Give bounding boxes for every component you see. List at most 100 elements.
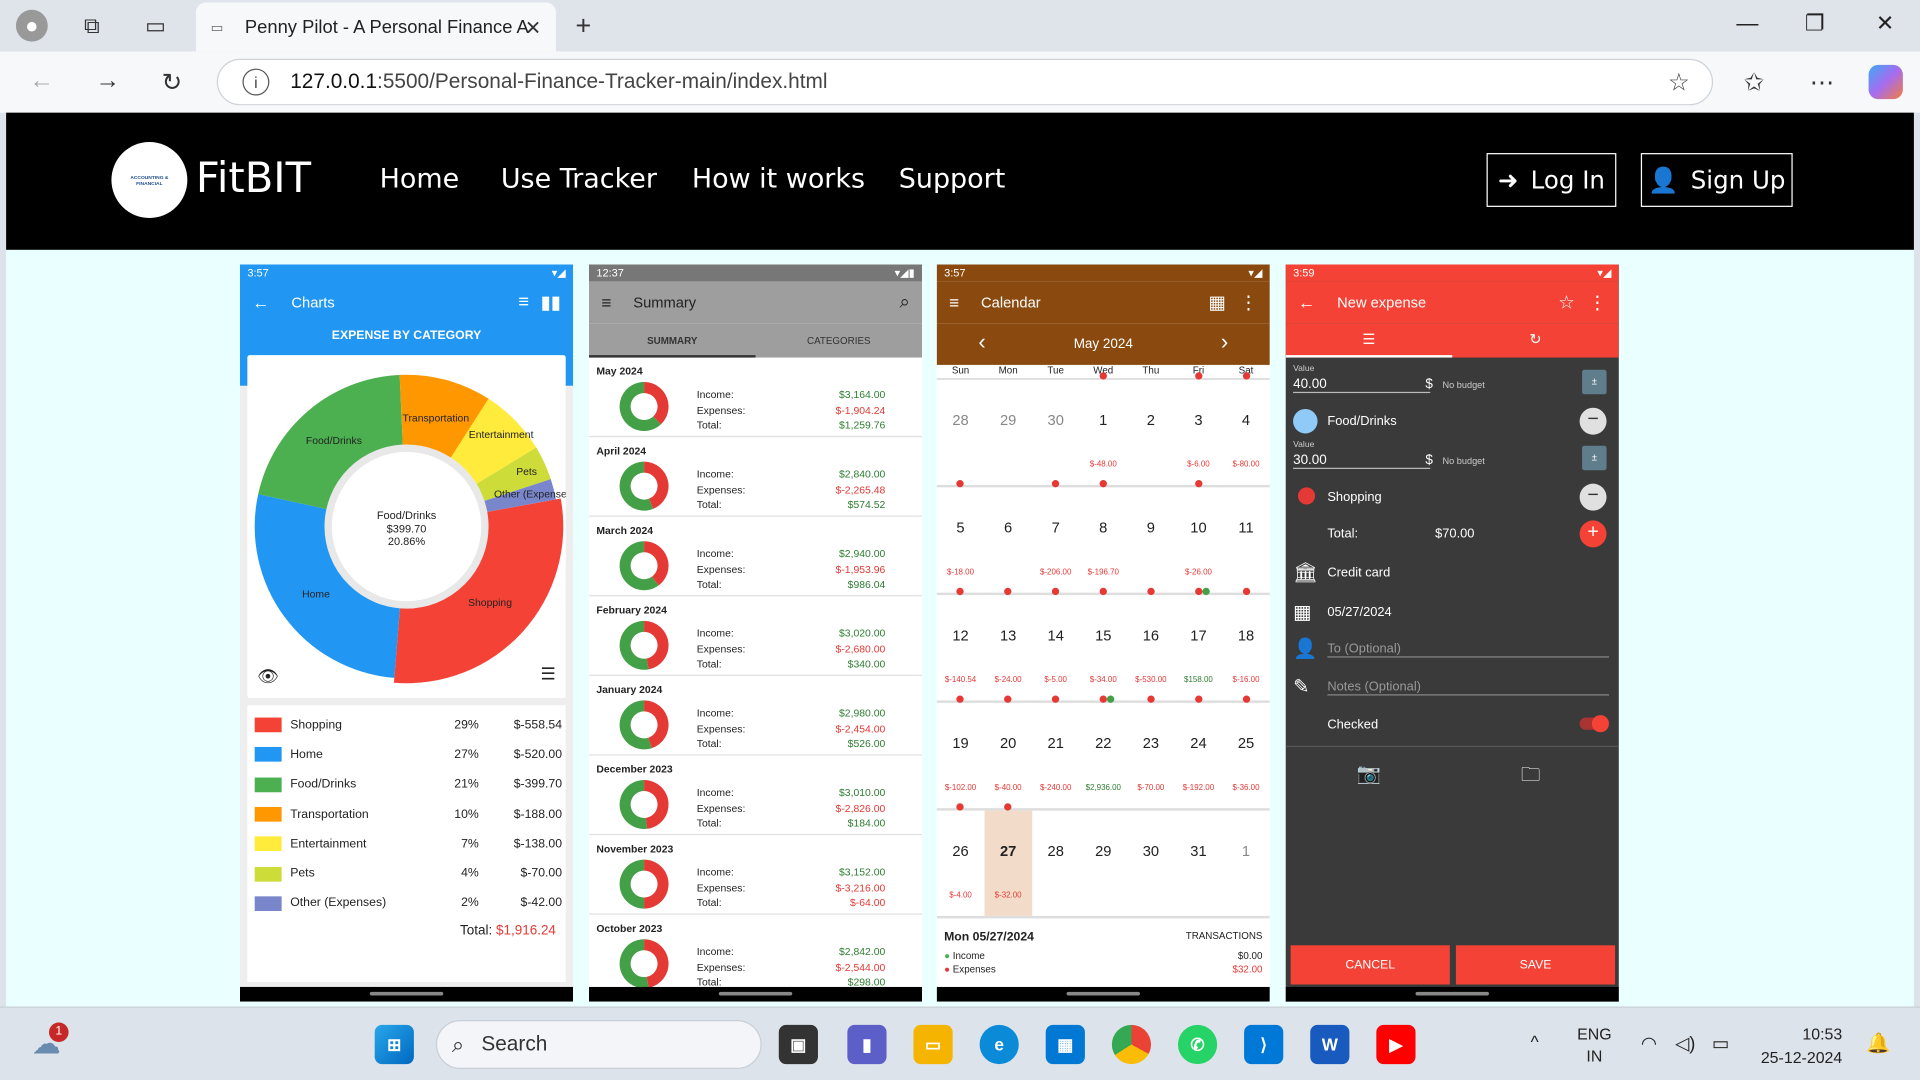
forward-icon[interactable]: → [96, 67, 120, 95]
profile-icon[interactable]: ● [15, 9, 48, 42]
youtube-icon[interactable]: ▶ [1376, 1024, 1416, 1065]
month-summary-item[interactable]: March 2024 Income: Expenses: Total: $2,940… [588, 517, 923, 597]
calendar-day[interactable]: 1 [1222, 811, 1270, 916]
calendar-day[interactable]: 30 [1032, 380, 1080, 485]
calculator-icon[interactable]: ± [1582, 445, 1607, 471]
login-button[interactable]: ➜ Log In [1486, 153, 1617, 207]
value-input[interactable]: 30.00 [1293, 453, 1431, 469]
sort-icon[interactable]: ≡ [518, 291, 529, 312]
month-summary-item[interactable]: November 2023 Income: Expenses: Total: $3,… [588, 835, 923, 915]
close-tab-icon[interactable]: ✕ [525, 16, 541, 40]
tab-summary[interactable]: SUMMARY [588, 323, 756, 358]
calendar-day[interactable]: 22 $2,936.00 [1079, 695, 1127, 808]
category-row[interactable]: Transportation 10% $-188.00 [247, 799, 565, 829]
back-arrow-icon[interactable]: ← [1298, 293, 1315, 313]
calendar-day[interactable]: 12 $-140.54 [937, 587, 985, 700]
value-field-2[interactable]: Value 30.00 $ No budget ± [1286, 438, 1619, 475]
address-bar[interactable]: i 127.0.0.1:5500/Personal-Finance-Tracke… [216, 58, 1714, 106]
date-row[interactable]: ▦ 05/27/2024 [1286, 595, 1619, 629]
nav-link-how-it-works[interactable]: How it works [692, 164, 865, 195]
store-icon[interactable]: ▦ [1045, 1024, 1085, 1065]
calendar-day[interactable]: 21 $-240.00 [1032, 695, 1080, 808]
calculator-icon[interactable]: ± [1582, 369, 1607, 395]
calendar-day[interactable]: 25 $-36.00 [1222, 695, 1270, 808]
calendar-day[interactable]: 3 $-6.00 [1175, 372, 1223, 485]
search-icon[interactable]: ⌕ [900, 291, 910, 312]
folder-icon[interactable]: 🗀 [1521, 762, 1541, 795]
refresh-icon[interactable]: ↻ [162, 67, 183, 98]
category-row-1[interactable]: Food/Drinks − [1286, 404, 1619, 438]
nav-link-support[interactable]: Support [899, 164, 1005, 195]
restore-icon[interactable]: ❐ [1805, 11, 1825, 37]
add-icon[interactable]: + [1579, 520, 1607, 548]
account-row[interactable]: 🏛 Credit card [1286, 556, 1619, 590]
calendar-day[interactable]: 13 $-24.00 [984, 587, 1032, 700]
value-field-1[interactable]: Value 40.00 $ No budget ± [1286, 362, 1619, 399]
calendar-day[interactable]: 2 [1127, 380, 1175, 485]
prev-month-icon[interactable]: ‹ [978, 329, 985, 355]
site-info-icon[interactable]: i [242, 68, 270, 96]
calendar-day[interactable]: 1 $-48.00 [1079, 372, 1127, 485]
calendar-day[interactable]: 10 $-26.00 [1175, 480, 1223, 592]
remove-icon[interactable]: − [1579, 483, 1607, 511]
calendar-day[interactable]: 19 $-102.00 [937, 695, 985, 808]
favorite-star-icon[interactable]: ☆ [1668, 67, 1690, 98]
calendar-day[interactable]: 31 [1175, 811, 1223, 916]
calendar-day[interactable]: 26 $-4.00 [937, 803, 985, 916]
remove-icon[interactable]: − [1579, 407, 1607, 435]
back-icon[interactable]: ← [29, 67, 53, 95]
calendar-day[interactable]: 29 [1079, 811, 1127, 916]
calendar-day[interactable]: 6 [984, 487, 1032, 592]
save-button[interactable]: SAVE [1455, 945, 1616, 985]
tab-categories[interactable]: CATEGORIES [756, 323, 923, 357]
back-arrow-icon[interactable]: ← [252, 293, 269, 313]
favorites-icon[interactable]: ✩ [1744, 67, 1765, 98]
new-tab-icon[interactable]: + [576, 10, 592, 42]
month-summary-item[interactable]: February 2024 Income: Expenses: Total: $3,… [588, 596, 923, 676]
category-row[interactable]: Other (Expenses) 2% $-42.00 [247, 889, 565, 919]
workspaces-icon[interactable]: ⧉ [76, 10, 108, 42]
camera-icon[interactable]: 📷 [1357, 762, 1381, 786]
calendar-day[interactable]: 15 $-34.00 [1079, 587, 1127, 700]
category-row[interactable]: Shopping 29% $-558.54 [247, 710, 565, 740]
calendar-day[interactable]: 16 $-530.00 [1127, 587, 1175, 700]
list-icon[interactable]: ☰ [541, 664, 556, 685]
calendar-day[interactable]: 9 [1127, 487, 1175, 592]
more-menu-icon[interactable]: ⋯ [1810, 67, 1834, 98]
file-explorer-icon[interactable]: ▭ [913, 1024, 953, 1065]
taskbar-search[interactable]: ⌕ Search [435, 1020, 762, 1069]
cancel-button[interactable]: CANCEL [1290, 945, 1450, 985]
more-vert-icon[interactable]: ⋮ [1239, 291, 1257, 314]
site-logo[interactable]: ACCOUNTING & FINANCIAL [111, 142, 188, 218]
category-row[interactable]: Entertainment 7% $-138.00 [247, 829, 565, 859]
next-month-icon[interactable]: › [1221, 329, 1228, 355]
wifi-icon[interactable]: ◠ [1641, 1032, 1657, 1054]
more-vert-icon[interactable]: ⋮ [1588, 291, 1606, 314]
nav-link-home[interactable]: Home [380, 164, 460, 195]
transactions-link[interactable]: TRANSACTIONS [1186, 931, 1263, 944]
calendar-day[interactable]: 5 $-18.00 [937, 480, 985, 592]
to-input[interactable]: To (Optional) [1327, 642, 1609, 658]
category-row[interactable]: Food/Drinks 21% $-399.70 [247, 770, 565, 800]
teams-icon[interactable]: ▮ [847, 1024, 887, 1065]
word-icon[interactable]: W [1310, 1024, 1350, 1065]
calendar-day[interactable]: 17 $158.00 [1175, 587, 1223, 700]
to-row[interactable]: 👤 To (Optional) [1286, 632, 1619, 666]
calendar-day[interactable]: 28 [937, 380, 985, 485]
calendar-day[interactable]: 24 $-192.00 [1175, 695, 1223, 808]
brand-name[interactable]: FitBIT [196, 154, 311, 203]
menu-icon[interactable]: ≡ [601, 293, 611, 313]
calendar-day[interactable]: 7 $-206.00 [1032, 480, 1080, 592]
copilot-icon[interactable] [1868, 64, 1903, 100]
menu-icon[interactable]: ≡ [949, 293, 959, 313]
whatsapp-icon[interactable]: ✆ [1177, 1024, 1218, 1065]
notification-bell-icon[interactable]: 🔔 [1866, 1031, 1890, 1055]
checked-toggle[interactable] [1579, 715, 1609, 733]
calendar-day[interactable]: 20 $-40.00 [984, 695, 1032, 808]
start-icon[interactable]: ⊞ [374, 1024, 414, 1065]
notes-input[interactable]: Notes (Optional) [1327, 680, 1609, 696]
calendar-day[interactable]: 4 $-80.00 [1222, 372, 1270, 485]
tab-list-icon[interactable]: ☰ [1285, 323, 1453, 358]
calendar-day[interactable]: 14 $-5.00 [1032, 587, 1080, 700]
edge-icon[interactable]: e [979, 1024, 1019, 1065]
